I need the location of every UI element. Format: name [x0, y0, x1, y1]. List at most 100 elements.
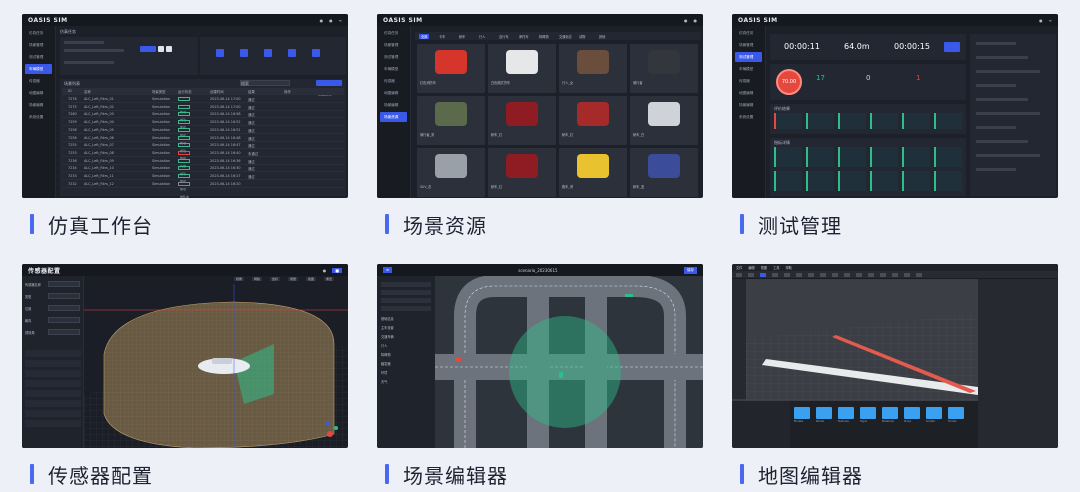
asset-card[interactable]: 骑行者 — [630, 44, 698, 93]
tool-icon[interactable] — [808, 273, 814, 277]
toolbar-button[interactable]: 截图 — [306, 277, 317, 281]
table-row[interactable]: 7255 ALC_Left_Rkrs_07 Simulation 成功 2023-06-… — [62, 142, 344, 160]
column-header[interactable]: 场景类型 — [152, 89, 166, 94]
asset-card[interactable]: 轿车_蓝 — [630, 148, 698, 197]
toolbar-button[interactable]: 网格 — [252, 277, 263, 281]
sensor-list-item[interactable] — [25, 410, 81, 417]
action-icon[interactable] — [264, 49, 272, 57]
metric-tile[interactable] — [870, 147, 898, 167]
editor-nav-item[interactable]: 交通车辆 — [381, 334, 394, 339]
metric-tile[interactable] — [870, 171, 898, 191]
npc-vehicle-marker[interactable] — [625, 294, 633, 297]
toolbar-button[interactable]: 测量 — [288, 277, 299, 281]
folder-item[interactable]: Materials — [882, 407, 900, 423]
filter-tab[interactable]: 摩托车 — [519, 34, 529, 39]
pause-button[interactable] — [158, 46, 164, 52]
sidebar-item[interactable]: 测试管理 — [380, 52, 407, 62]
table-row[interactable]: 7234 ALC_Left_Rkrs_10 Simulation 成功 2023-06-… — [62, 165, 344, 183]
column-header[interactable]: ID — [68, 89, 72, 93]
menu-item[interactable]: 帮助 — [786, 265, 792, 270]
filter-tab[interactable]: 卡车 — [439, 34, 445, 39]
toolbar-button[interactable]: 坐标 — [270, 277, 281, 281]
sidebar-item[interactable]: 场景管理 — [735, 40, 762, 50]
editor-nav-item[interactable]: 主车设置 — [381, 325, 394, 330]
tool-icon[interactable] — [772, 273, 778, 277]
result-tile[interactable] — [806, 113, 834, 129]
npc-vehicle-marker[interactable] — [455, 358, 461, 361]
folder-item[interactable]: Signs — [860, 407, 878, 423]
metric-tile[interactable] — [806, 147, 834, 167]
editor-nav-item[interactable]: 天气 — [381, 379, 387, 384]
asset-card[interactable]: 跑车_黄 — [559, 148, 627, 197]
sensor-list-item[interactable] — [25, 360, 81, 367]
metric-tile[interactable] — [806, 171, 834, 191]
table-row[interactable]: 7253 ALC_Left_Rkrs_08 Simulation 失败 2023-06-… — [62, 150, 344, 168]
bell-icon[interactable]: ● — [694, 18, 698, 23]
editor-nav-item[interactable]: 基础信息 — [381, 316, 394, 321]
asset-card[interactable]: 轿车_红 — [488, 148, 556, 197]
menu-icon[interactable]: ≡ — [1049, 18, 1052, 23]
action-icon[interactable] — [240, 49, 248, 57]
toolbar-button[interactable]: 重置 — [324, 277, 335, 281]
asset-card[interactable]: 白色厢式货车 — [488, 44, 556, 93]
result-tile[interactable] — [838, 113, 866, 129]
user-icon[interactable]: ● — [1039, 18, 1043, 23]
table-row[interactable]: 7258 ALC_Left_Rkrs_05 Simulation 成功 2023-06-… — [62, 127, 344, 145]
folder-item[interactable]: Terrain — [948, 407, 966, 423]
search-input[interactable]: 搜索 — [240, 80, 290, 86]
tool-icon[interactable] — [832, 273, 838, 277]
ego-vehicle-marker[interactable] — [559, 372, 563, 378]
metric-tile[interactable] — [902, 171, 930, 191]
tool-icon[interactable] — [916, 273, 922, 277]
asset-card[interactable]: 轿车_红 — [488, 96, 556, 145]
tool-icon[interactable] — [904, 273, 910, 277]
metric-tile[interactable] — [774, 171, 802, 191]
sensor-viewport[interactable] — [84, 284, 348, 448]
trigger-zone[interactable] — [509, 316, 621, 428]
action-icon[interactable] — [312, 49, 320, 57]
editor-nav-item[interactable]: 障碍物 — [381, 352, 391, 357]
sidebar-item[interactable]: 车辆模型 — [25, 64, 52, 74]
sensor-list-item[interactable] — [25, 400, 81, 407]
editor-field[interactable] — [381, 282, 431, 287]
filter-tab[interactable]: 交通标志 — [559, 34, 572, 39]
tool-icon[interactable] — [796, 273, 802, 277]
tool-icon[interactable] — [820, 273, 826, 277]
folder-item[interactable]: Models — [794, 407, 812, 423]
column-header[interactable]: 结果 — [248, 89, 255, 94]
menu-item[interactable]: 工具 — [773, 265, 779, 270]
tool-icon[interactable] — [892, 273, 898, 277]
sidebar-item[interactable]: 场景管理 — [380, 40, 407, 50]
sensor-list-item[interactable] — [25, 390, 81, 397]
asset-card[interactable]: 骑行者_男 — [417, 96, 485, 145]
sidebar-item[interactable]: 仿真任务 — [735, 28, 762, 38]
filter-tab[interactable]: 其他 — [599, 34, 605, 39]
editor-field[interactable] — [381, 306, 431, 311]
editor-nav-item[interactable]: 环境 — [381, 370, 387, 375]
table-row[interactable]: 7276 ALC_Left_Rkrs_01 Simulation 成功 2023-06-… — [62, 96, 344, 114]
menu-item[interactable]: 编辑 — [748, 265, 754, 270]
sidebar-item[interactable]: 测试管理 — [735, 52, 762, 62]
result-tile[interactable] — [902, 113, 930, 129]
metric-tile[interactable] — [838, 147, 866, 167]
field-input[interactable] — [48, 281, 80, 287]
table-row[interactable]: 7256 ALC_Left_Rkrs_06 Simulation 成功 2023-06-… — [62, 135, 344, 153]
sidebar-item[interactable]: 系统设置 — [25, 112, 52, 122]
sidebar-item[interactable]: 地图编辑 — [380, 88, 407, 98]
menu-button[interactable]: ≡ — [383, 267, 393, 273]
save-icon[interactable]: ■ — [332, 267, 342, 273]
field-input[interactable] — [48, 329, 80, 335]
table-row[interactable]: 7233 ALC_Left_Rkrs_11 Simulation 成功 2023-06-… — [62, 173, 344, 191]
create-button[interactable]: 新建仿真 — [316, 80, 342, 96]
sidebar-item[interactable]: 场景资源 — [380, 112, 407, 122]
field-input[interactable] — [48, 317, 80, 323]
table-row[interactable]: 7260 ALC_Left_Rkrs_03 Simulation 成功 2023-06-… — [62, 111, 344, 129]
sidebar-item[interactable]: 传感器 — [735, 76, 762, 86]
folder-item[interactable]: Roads — [816, 407, 834, 423]
sidebar-item[interactable]: 地图编辑 — [735, 88, 762, 98]
column-header[interactable]: 操作 — [284, 89, 291, 94]
filter-tab[interactable]: 全部 — [419, 34, 430, 39]
sensor-list-item[interactable] — [25, 420, 81, 427]
metric-tile[interactable] — [902, 147, 930, 167]
sidebar-item[interactable]: 场景编辑 — [25, 100, 52, 110]
